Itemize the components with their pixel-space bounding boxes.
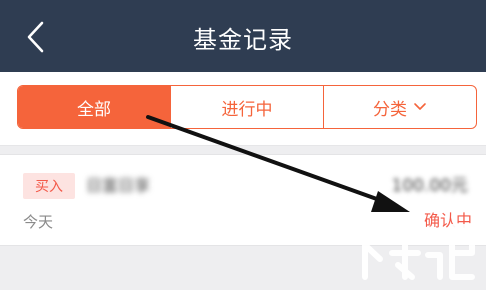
page-title: 基金记录 <box>193 26 293 54</box>
fund-record-item[interactable]: 买入 日富日享 100.00元 今天 确认中 <box>0 154 486 246</box>
tab-all[interactable]: 全部 <box>18 86 170 128</box>
status-text: 确认中 <box>423 211 472 230</box>
tab-all-label: 全部 <box>77 99 111 120</box>
transaction-type-badge: 买入 <box>23 173 75 199</box>
fund-name: 日富日享 <box>86 176 151 195</box>
tab-category-label: 分类 <box>373 99 407 120</box>
tab-category[interactable]: 分类 <box>323 86 476 128</box>
segmented-control: 全部 进行中 分类 <box>17 85 477 129</box>
chevron-down-icon <box>414 103 426 110</box>
tab-in-progress[interactable]: 进行中 <box>170 86 323 128</box>
app-header: 基金记录 <box>0 0 486 72</box>
amount: 100.00元 <box>391 176 468 196</box>
tab-in-progress-label: 进行中 <box>221 99 273 120</box>
record-date: 今天 <box>23 213 54 231</box>
filter-bar: 全部 进行中 分类 <box>0 72 486 146</box>
